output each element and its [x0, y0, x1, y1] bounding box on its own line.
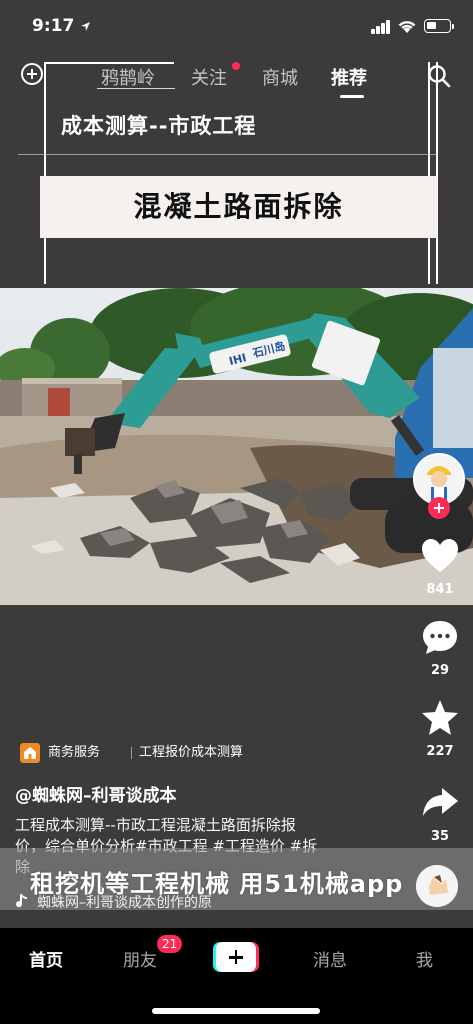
tab-following[interactable]: 关注 — [191, 64, 227, 90]
music-title[interactable]: 蜘蛛网–利哥谈成本创作的原 — [37, 892, 212, 912]
comment-count: 29 — [430, 663, 450, 678]
store-icon — [20, 743, 40, 763]
like-count: 841 — [426, 582, 454, 597]
home-indicator[interactable] — [152, 1008, 320, 1014]
follow-button[interactable] — [428, 497, 450, 519]
active-tab-indicator — [340, 95, 364, 98]
favorite-count: 227 — [426, 744, 454, 759]
music-note-icon — [16, 894, 27, 908]
bottom-tab-home[interactable]: 首页 — [29, 946, 63, 971]
slide-banner-title: 混凝土路面拆除 — [40, 176, 437, 238]
tab-local[interactable]: 鸦鹊岭 — [101, 64, 155, 90]
cellular-signal-icon — [371, 20, 391, 34]
search-icon[interactable] — [427, 64, 451, 88]
frame-line-mid — [18, 154, 438, 155]
bottom-tab-friends[interactable]: 朋友 — [123, 946, 157, 971]
service-tag[interactable]: 商务服务 工程报价成本测算 — [15, 738, 252, 768]
plus-icon — [216, 942, 256, 972]
service-divider — [131, 747, 132, 759]
location-arrow-icon — [81, 22, 90, 31]
frame-line-left — [44, 62, 46, 284]
author-name[interactable]: @蜘蛛网–利哥谈成本 — [15, 781, 177, 806]
music-disc-icon[interactable] — [416, 865, 458, 907]
service-detail: 工程报价成本测算 — [139, 745, 244, 760]
tab-mall[interactable]: 商城 — [262, 64, 298, 90]
battery-icon — [424, 19, 454, 33]
slide-subtitle: 成本测算--市政工程 — [61, 114, 257, 138]
description-line-1: 工程成本测算--市政工程混凝土路面拆除报 — [15, 816, 296, 834]
service-label: 商务服务 — [48, 745, 101, 760]
create-button[interactable] — [213, 942, 259, 972]
friends-badge: 21 — [157, 935, 183, 953]
bottom-tab-messages[interactable]: 消息 — [313, 946, 347, 971]
comment-icon[interactable] — [420, 618, 460, 658]
tab-local-line — [97, 88, 175, 89]
following-notification-dot — [232, 62, 240, 70]
share-arrow-icon[interactable] — [420, 782, 460, 822]
status-time: 9:17 — [32, 16, 75, 36]
wifi-icon — [398, 21, 416, 33]
frame-line-right-inner — [428, 62, 430, 284]
video-player[interactable]: 9:17 成本测算--市政工程 混凝土路面拆除 鸦鹊岭 关注 商城 推荐 IHI… — [0, 0, 473, 928]
bottom-tab-me[interactable]: 我 — [416, 946, 433, 971]
share-count: 35 — [430, 829, 450, 844]
status-bar: 9:17 — [0, 0, 473, 52]
excavator-photo: IHI 石川岛 — [0, 288, 473, 605]
tab-recommended[interactable]: 推荐 — [331, 64, 367, 90]
like-heart-icon[interactable] — [420, 536, 460, 576]
add-icon[interactable] — [21, 63, 43, 85]
frame-line-right-outer — [436, 62, 438, 284]
favorite-star-icon[interactable] — [420, 698, 460, 738]
